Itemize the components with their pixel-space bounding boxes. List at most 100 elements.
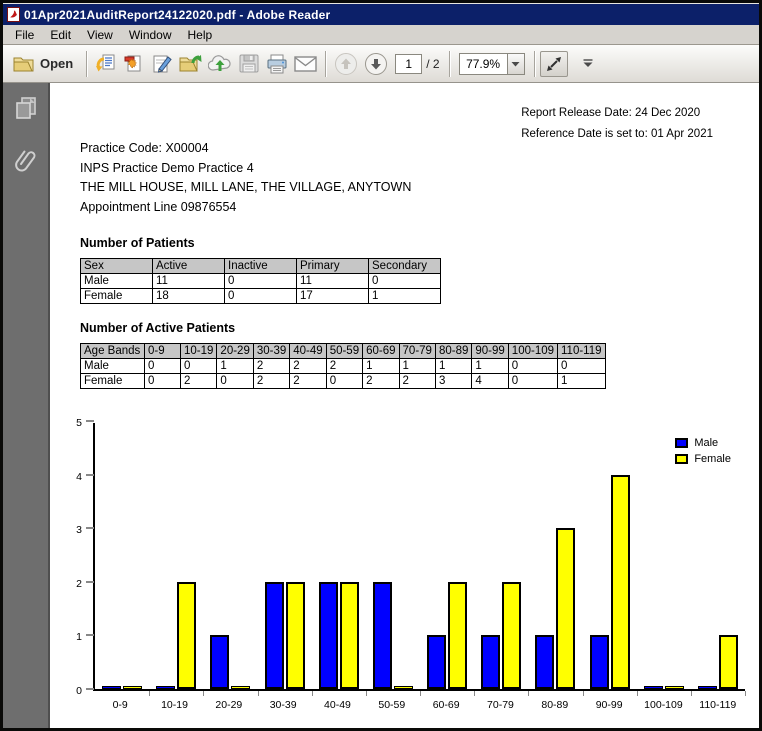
column-header: Sex	[81, 259, 153, 274]
table-cell: 2	[253, 374, 289, 389]
zoom-control	[459, 53, 525, 75]
table-cell: 2	[399, 374, 435, 389]
menu-item-edit[interactable]: Edit	[42, 26, 79, 44]
chart-category-20-29	[203, 423, 257, 689]
table-cell: 0	[217, 374, 253, 389]
table-cell: 0	[558, 359, 606, 374]
table-cell: 17	[297, 289, 369, 304]
table-cell: 0	[326, 374, 362, 389]
next-page-button[interactable]	[361, 50, 391, 78]
chart-category-90-99	[583, 423, 637, 689]
page-number-input[interactable]	[395, 54, 422, 74]
table-cell: 1	[558, 374, 606, 389]
bar-female-40-49	[340, 582, 359, 689]
table-cell: 2	[290, 374, 326, 389]
table-cell: 2	[181, 374, 217, 389]
print-icon	[266, 54, 288, 74]
menu-item-view[interactable]: View	[79, 26, 121, 44]
y-axis-tick-mark	[86, 581, 94, 583]
column-header: 30-39	[253, 344, 289, 359]
page-down-icon	[364, 52, 388, 76]
menu-item-file[interactable]: File	[7, 26, 42, 44]
pdf-page: Report Release Date: 24 Dec 2020 Referen…	[50, 83, 759, 728]
table-cell: Female	[81, 374, 145, 389]
menu-item-window[interactable]: Window	[121, 26, 180, 44]
table-cell: 3	[435, 374, 471, 389]
table-cell: 1	[369, 289, 441, 304]
toolbar-separator	[449, 51, 450, 77]
table-cell: 11	[297, 274, 369, 289]
page-thumbnails-icon[interactable]	[13, 95, 39, 121]
export-folder-button[interactable]	[176, 50, 205, 78]
active-patients-table-title: Number of Active Patients	[80, 321, 235, 335]
x-axis-tick-label: 100-109	[636, 699, 690, 711]
y-axis-tick-label: 5	[76, 417, 82, 429]
table-cell: 0	[145, 374, 181, 389]
x-axis-tick-label: 10-19	[147, 699, 201, 711]
open-button[interactable]: Open	[9, 50, 81, 78]
title-bar: 01Apr2021AuditReport24122020.pdf - Adobe…	[3, 3, 759, 25]
toolbar-separator	[534, 51, 535, 77]
legend-entry-male: Male	[675, 437, 731, 449]
bar-male-90-99	[590, 635, 609, 689]
legend-swatch-male	[675, 438, 688, 448]
table-cell: 1	[435, 359, 471, 374]
open-button-label: Open	[40, 56, 73, 71]
sign-document-button[interactable]	[148, 50, 176, 78]
bar-female-0-9	[123, 686, 142, 689]
column-header: 10-19	[181, 344, 217, 359]
create-pdf-button[interactable]	[120, 50, 148, 78]
attachments-paperclip-icon[interactable]	[13, 147, 39, 173]
bar-male-100-109	[644, 686, 663, 689]
table-cell: 0	[225, 289, 297, 304]
zoom-level-input[interactable]	[459, 53, 507, 75]
zoom-dropdown-button[interactable]	[507, 53, 525, 75]
x-axis-tick-label: 70-79	[473, 699, 527, 711]
window-title: 01Apr2021AuditReport24122020.pdf - Adobe…	[24, 8, 330, 22]
save-button[interactable]	[235, 50, 263, 78]
table-cell: 1	[472, 359, 508, 374]
table-row: Female020220223401	[81, 374, 606, 389]
y-axis-tick-label: 0	[76, 685, 82, 697]
x-axis-tick-label: 40-49	[310, 699, 364, 711]
page-total-label: / 2	[426, 57, 439, 71]
y-axis-tick-label: 2	[76, 578, 82, 590]
table-cell: Male	[81, 359, 145, 374]
bar-female-90-99	[611, 475, 630, 689]
menu-item-help[interactable]: Help	[180, 26, 221, 44]
table-cell: 0	[369, 274, 441, 289]
report-dates-block: Report Release Date: 24 Dec 2020 Referen…	[521, 103, 713, 145]
x-axis-tick-label: 50-59	[365, 699, 419, 711]
column-header: Active	[153, 259, 225, 274]
table-cell: 0	[181, 359, 217, 374]
bar-male-70-79	[481, 635, 500, 689]
fit-window-button[interactable]	[540, 51, 568, 77]
toolbar-overflow-icon	[582, 59, 594, 68]
previous-page-button[interactable]	[331, 50, 361, 78]
create-pdf-icon	[123, 54, 145, 74]
toolbar-overflow-button[interactable]	[574, 50, 602, 78]
convert-to-pdf-button[interactable]	[92, 50, 120, 78]
chart-category-30-39	[258, 423, 312, 689]
chart-category-0-9	[95, 423, 149, 689]
print-button[interactable]	[263, 50, 291, 78]
table-header-row: SexActiveInactivePrimarySecondary	[81, 259, 441, 274]
navigation-sidebar	[3, 83, 50, 728]
bar-female-10-19	[177, 582, 196, 689]
bar-female-50-59	[394, 686, 413, 689]
column-header: 60-69	[363, 344, 399, 359]
bar-female-80-89	[556, 528, 575, 689]
bar-male-40-49	[319, 582, 338, 689]
y-axis-tick-mark	[86, 634, 94, 636]
practice-name-line: INPS Practice Demo Practice 4	[80, 159, 411, 179]
toolbar-separator	[325, 51, 326, 77]
chart-category-80-89	[528, 423, 582, 689]
table-cell: 2	[253, 359, 289, 374]
practice-code-line: Practice Code: X00004	[80, 139, 411, 159]
pdf-file-icon	[7, 7, 20, 22]
email-button[interactable]	[291, 50, 320, 78]
adobe-reader-window: 01Apr2021AuditReport24122020.pdf - Adobe…	[0, 0, 762, 731]
bar-female-30-39	[286, 582, 305, 689]
share-cloud-upload-button[interactable]	[205, 50, 235, 78]
age-band-bar-chart: 012345 0-910-1920-2930-3940-4950-5960-69…	[65, 423, 745, 723]
